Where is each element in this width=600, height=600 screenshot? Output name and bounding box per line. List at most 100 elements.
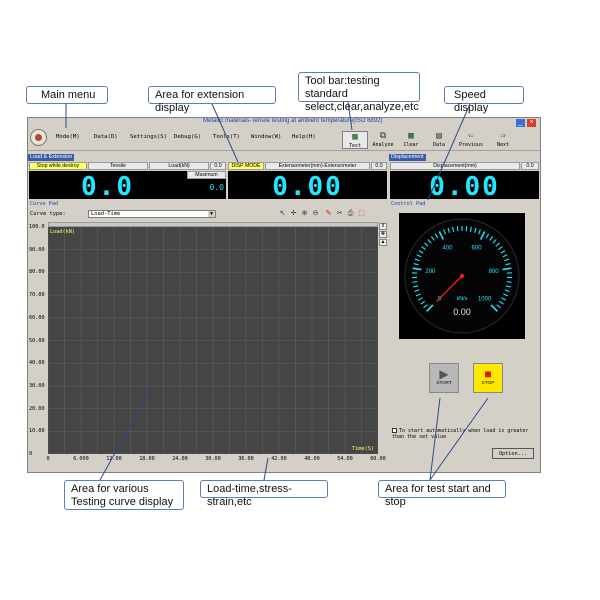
stop-label: STOP — [481, 381, 495, 386]
export-icon[interactable]: ⬚ — [357, 210, 366, 218]
previous-button[interactable]: ⇐ Previous — [458, 131, 484, 149]
displacement-unit: Displacement(mm) — [390, 162, 520, 170]
x-tick-label: 12.00 — [106, 456, 122, 462]
stop-icon: ■ — [484, 367, 492, 381]
previous-label: Previous — [458, 142, 484, 148]
disp-mode-label[interactable]: DISP MODE — [228, 162, 264, 170]
chevron-down-icon[interactable]: ▼ — [208, 211, 215, 217]
curve-pad-title: Curve Pad — [28, 200, 388, 208]
data-button[interactable]: ▤ Data — [426, 131, 452, 149]
menu-bar: Mode(M) Data(D) Settings(S) Debug(G) Too… — [28, 127, 540, 151]
start-button[interactable]: ▶ START — [429, 363, 459, 393]
auto-start-text: To start automatically when load is grea… — [392, 428, 529, 440]
window-title: Metallic materials-Tensile testing at am… — [203, 118, 383, 124]
menu-tools[interactable]: Tools(T) — [213, 134, 240, 140]
speed-gauge: 0 200 400 600 800 1000 kN/s 0.00 — [399, 213, 525, 339]
gauge-dial: 0200400 6008001000 — [404, 218, 520, 334]
crosshair-icon[interactable]: ✛ — [289, 210, 298, 218]
maximum-value: 0.0 — [209, 183, 224, 192]
stop-while-destroy[interactable]: Stop while destroy — [29, 162, 87, 170]
play-icon: ▶ — [439, 367, 449, 381]
menu-mode[interactable]: Mode(M) — [56, 134, 80, 140]
plot-area[interactable]: Load(kN) Time(S) — [47, 226, 379, 455]
start-label: START — [436, 381, 452, 386]
auto-start-option[interactable]: To start automatically when load is grea… — [392, 428, 537, 440]
y-tick-label: 20.00 — [29, 405, 45, 412]
curve-type-label: Curve type: — [30, 211, 66, 217]
pan-icon[interactable]: ✥ — [379, 231, 387, 238]
displacement-panel-label: Displacement — [389, 154, 426, 161]
test-button[interactable]: ▦ Test — [342, 131, 368, 149]
load-value: 0.0 — [81, 172, 134, 202]
x-tick-label: 24.00 — [172, 456, 188, 462]
callout-extension-display: Area for extension display — [148, 86, 276, 114]
plot-grid — [47, 226, 379, 455]
pen-icon[interactable]: ✎ — [324, 210, 333, 218]
plot-side-toolbar: ⇕ ✥ ▲ — [378, 222, 388, 462]
gauge-tick-label: 800 — [489, 269, 500, 275]
analyze-label: Analyze — [372, 142, 394, 148]
curve-type-select[interactable]: Load-Time ▼ — [88, 210, 216, 218]
data-label: Data — [432, 142, 446, 148]
y-tick-label: 60.00 — [29, 314, 45, 321]
y-tick-label: 50.00 — [29, 337, 45, 344]
y-tick-label: 80.00 — [29, 269, 45, 276]
y-tick-label: 10.00 — [29, 428, 45, 435]
extension-reading: 0.0 — [371, 162, 387, 170]
menu-settings[interactable]: Settings(S) — [130, 134, 167, 140]
gauge-tick — [506, 281, 512, 283]
menu-help[interactable]: Help(H) — [292, 134, 316, 140]
previous-icon: ⇐ — [468, 131, 474, 141]
extension-display: 0.00 — [228, 171, 387, 202]
zoom-out-icon[interactable]: ⊖ — [311, 210, 320, 218]
title-bar: Metallic materials-Tensile testing at am… — [28, 118, 540, 127]
load-reading: 0.0 — [210, 162, 226, 170]
x-tick-label: 6.000 — [73, 456, 89, 462]
displacement-reading: 0.0 — [521, 162, 539, 170]
y-tick-label: 90.00 — [29, 246, 45, 253]
scroll-up-icon[interactable]: ▲ — [379, 239, 387, 246]
fit-icon[interactable]: ⇕ — [379, 223, 387, 230]
close-icon[interactable]: × — [527, 119, 536, 127]
app-logo-icon — [30, 129, 47, 146]
gauge-tick-label: 200 — [425, 269, 436, 275]
gauge-hub — [459, 273, 465, 279]
menu-debug[interactable]: Debug(G) — [174, 134, 201, 140]
app-window: Metallic materials-Tensile testing at am… — [27, 117, 541, 473]
callout-curve-display: Area for various Testing curve display — [64, 480, 184, 510]
menu-data[interactable]: Data(D) — [94, 134, 118, 140]
gauge-tick — [412, 281, 418, 283]
option-button[interactable]: Option... — [492, 448, 534, 459]
gauge-unit: kN/s — [456, 296, 468, 302]
callout-main-menu: Main menu — [26, 86, 108, 104]
y-axis-label: Load(kN) — [50, 229, 75, 235]
x-tick-label: 30.00 — [205, 456, 221, 462]
minimize-icon[interactable]: _ — [516, 119, 525, 127]
stop-button[interactable]: ■ STOP — [473, 363, 503, 393]
x-tick-label: 18.00 — [139, 456, 155, 462]
zoom-in-icon[interactable]: ⊕ — [300, 210, 309, 218]
clear-button[interactable]: ▩ Clear — [398, 131, 424, 149]
extension-value: 0.00 — [272, 172, 343, 202]
menu-window[interactable]: Window(W) — [251, 134, 281, 140]
data-icon: ▤ — [436, 131, 442, 141]
scissors-icon[interactable]: ✂ — [335, 210, 344, 218]
y-tick-label: 40.00 — [29, 360, 45, 367]
load-unit: Load(kN) — [149, 162, 209, 170]
x-tick-label: 36.00 — [238, 456, 254, 462]
callout-load-time: Load-time,stress-strain,etc — [200, 480, 328, 508]
gauge-tick-label: 600 — [472, 245, 483, 251]
print-icon[interactable]: ⎙ — [346, 210, 355, 218]
pointer-icon[interactable]: ↖ — [278, 210, 287, 218]
analyze-button[interactable]: ⧉ Analyze — [370, 131, 396, 149]
x-tick-label: 48.00 — [304, 456, 320, 462]
analyze-icon: ⧉ — [379, 131, 387, 141]
clear-icon: ▩ — [408, 131, 414, 141]
next-button[interactable]: ⇒ Next — [490, 131, 516, 149]
y-tick-label: 0 — [29, 451, 33, 457]
y-tick-label: 100.0 — [29, 224, 45, 230]
gauge-tick-label: 400 — [442, 245, 453, 251]
auto-start-checkbox[interactable] — [392, 428, 397, 433]
load-panel-label: Load & Extension — [28, 154, 75, 161]
test-label: Test — [348, 143, 362, 149]
